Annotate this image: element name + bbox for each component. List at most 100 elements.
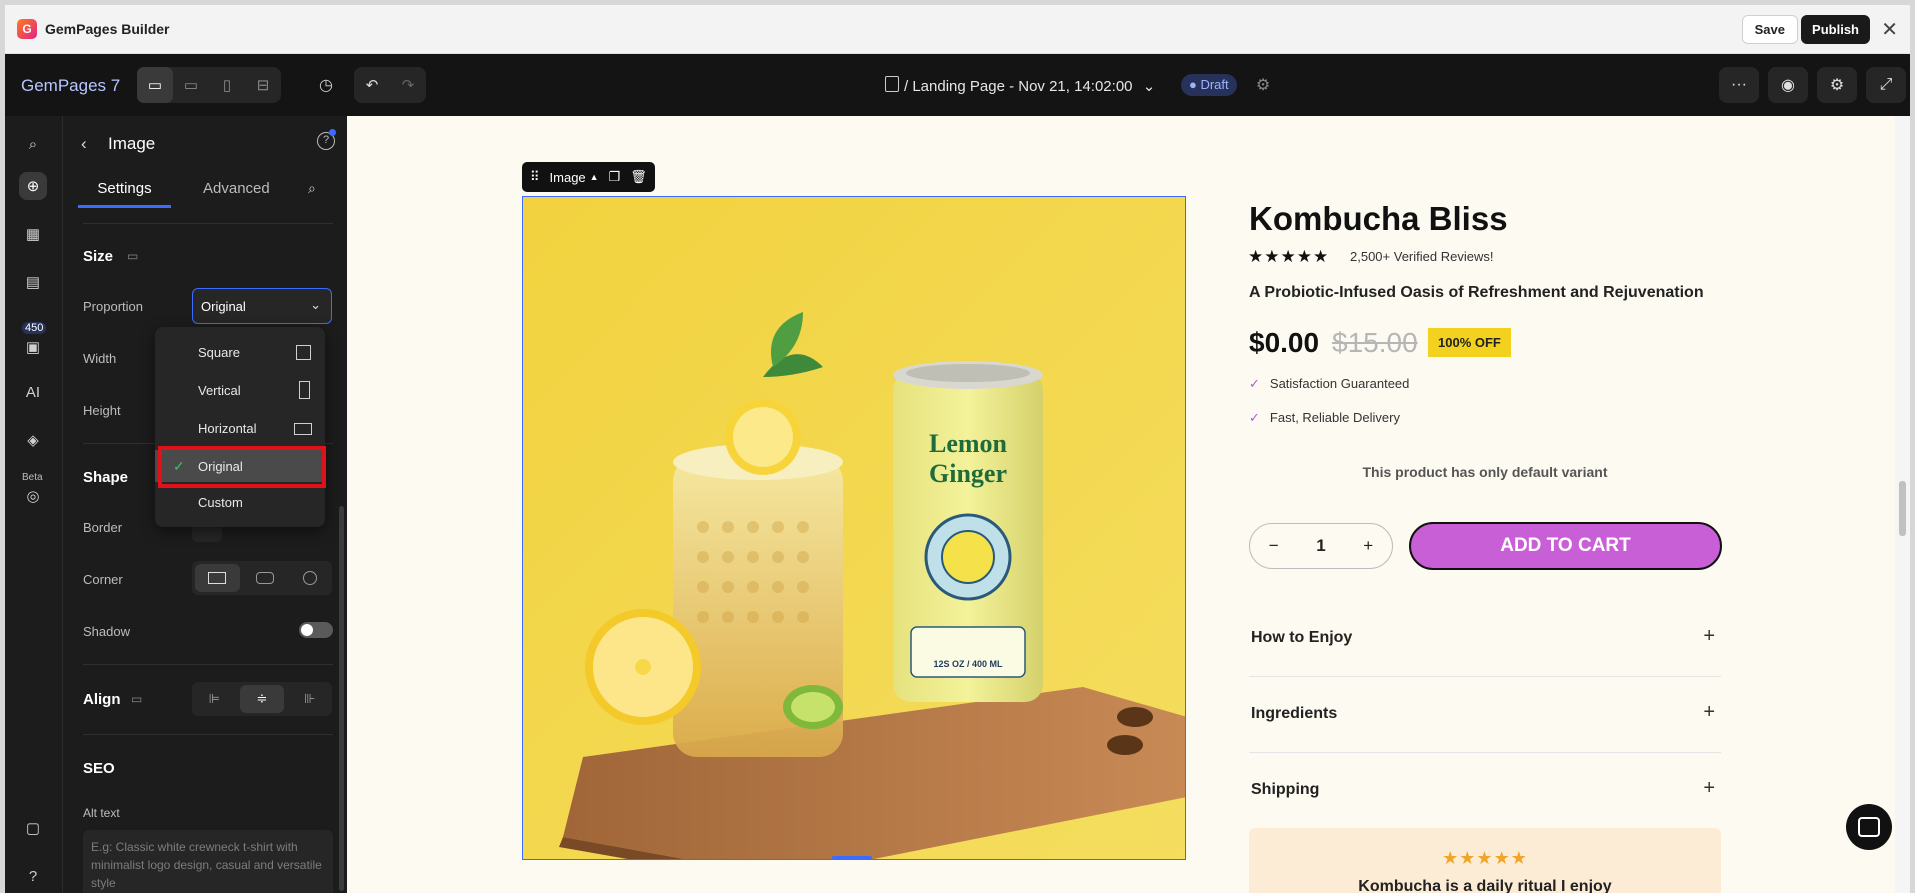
reviews-count: 2,500+ Verified Reviews!: [1350, 249, 1494, 264]
border-label: Border: [83, 520, 123, 535]
caret-up-icon[interactable]: ▲: [590, 172, 599, 182]
option-vertical[interactable]: Vertical: [155, 374, 325, 406]
corner-circle-icon[interactable]: [287, 561, 332, 595]
feature-item: ✓ Satisfaction Guaranteed: [1249, 376, 1410, 391]
review-card: ★★★★★ Kombucha is a daily ritual I enjoy: [1249, 828, 1721, 893]
page-selector[interactable]: / Landing Page - Nov 21, 14:02:00 ⌄: [904, 77, 1155, 95]
laptop-view-icon[interactable]: ▭: [173, 67, 209, 103]
mobile-view-icon[interactable]: ▯: [209, 67, 245, 103]
theme-icon[interactable]: ⚙: [1245, 67, 1281, 103]
plus-icon: +: [1703, 777, 1715, 799]
can-label-ginger: Ginger: [929, 459, 1007, 488]
quantity-value[interactable]: 1: [1316, 536, 1325, 556]
ai-icon[interactable]: AI: [19, 378, 47, 406]
search-icon[interactable]: ⌕: [308, 180, 316, 197]
panel-scrollbar[interactable]: [339, 506, 344, 891]
left-rail: ⌕ ⊕ ▦ ▤ 450 ▣ AI ◈ Beta ◎ ▢ ?: [5, 116, 62, 893]
save-button[interactable]: Save: [1741, 15, 1798, 44]
shape-section-title: Shape: [83, 469, 129, 486]
alt-text-input[interactable]: E.g: Classic white crewneck t-shirt with…: [83, 830, 333, 893]
plus-icon: +: [1703, 625, 1715, 647]
panel-title: Image: [108, 134, 156, 153]
fullscreen-icon[interactable]: ⤢: [1866, 67, 1906, 103]
chevron-down-icon: ⌄: [1142, 78, 1156, 95]
duplicate-icon[interactable]: ❐: [609, 169, 621, 185]
divider: [83, 664, 333, 665]
plus-icon: +: [1703, 701, 1715, 723]
tab-settings[interactable]: Settings: [78, 174, 171, 208]
help-icon[interactable]: ?: [19, 862, 47, 890]
accordion-ingredients[interactable]: Ingredients +: [1249, 677, 1721, 753]
size-section-title: Size: [83, 248, 114, 265]
editor-toolbar: GemPages 7 ▭ ▭ ▯ ⊟ ◷ ↶ ↷ / Landing Page …: [5, 54, 1910, 116]
search-icon[interactable]: ⌕: [19, 130, 47, 158]
settings-gear-icon[interactable]: ⚙: [1817, 67, 1857, 103]
redo-icon[interactable]: ↷: [390, 67, 426, 103]
page-icon: [885, 76, 899, 92]
canvas-scrollbar[interactable]: [1895, 116, 1910, 893]
layers-icon[interactable]: ◈: [19, 426, 47, 454]
history-icon[interactable]: ◷: [308, 67, 344, 103]
tab-advanced[interactable]: Advanced: [203, 174, 270, 204]
image-resize-handle[interactable]: [832, 856, 872, 860]
corner-options: [192, 561, 332, 595]
more-options-icon[interactable]: ···: [1719, 67, 1759, 103]
app-window: G GemPages Builder Save Publish ✕ GemPag…: [5, 5, 1910, 893]
back-chevron-icon[interactable]: ‹: [81, 134, 87, 154]
align-center-icon[interactable]: ≑: [239, 685, 285, 713]
align-right-icon[interactable]: ⊪: [287, 682, 332, 716]
product-title: Kombucha Bliss: [1249, 200, 1508, 237]
option-custom[interactable]: Custom: [155, 486, 325, 518]
seo-section-title: SEO: [83, 760, 115, 777]
proportion-label: Proportion: [83, 299, 143, 314]
kombucha-photo: Lemon Ginger 12S OZ / 400 ML: [523, 197, 1185, 859]
gempages-logo-icon: G: [17, 19, 37, 39]
align-left-icon[interactable]: ⊫: [192, 682, 237, 716]
beta-feature-icon[interactable]: ◎: [19, 482, 47, 510]
proportion-select[interactable]: Original ⌄: [192, 288, 332, 324]
product-price: $0.00: [1249, 327, 1320, 358]
option-horizontal[interactable]: Horizontal: [155, 412, 325, 444]
scroll-thumb[interactable]: [1899, 481, 1906, 536]
notes-icon[interactable]: ▢: [19, 814, 47, 842]
accordion-how-to-enjoy[interactable]: How to Enjoy +: [1249, 601, 1721, 677]
option-original[interactable]: ✓ Original: [155, 450, 325, 482]
desktop-view-icon[interactable]: ▭: [137, 67, 173, 103]
close-icon[interactable]: ✕: [1881, 17, 1898, 42]
image-tag-label[interactable]: Image: [550, 170, 586, 185]
corner-rounded-icon[interactable]: [243, 561, 288, 595]
publish-button[interactable]: Publish: [1801, 15, 1870, 44]
shadow-toggle[interactable]: [299, 622, 333, 638]
chat-icon[interactable]: [1846, 804, 1892, 850]
apps-icon[interactable]: ▣: [19, 333, 47, 361]
height-label: Height: [83, 403, 121, 418]
sections-icon[interactable]: ▦: [19, 220, 47, 248]
quantity-stepper: − 1 +: [1249, 523, 1393, 569]
delete-icon[interactable]: 🗑: [630, 169, 647, 185]
pages-icon[interactable]: ▤: [19, 268, 47, 296]
add-to-cart-button[interactable]: ADD TO CART: [1409, 522, 1722, 570]
review-quote: Kombucha is a daily ritual I enjoy: [1358, 878, 1612, 893]
corner-square-icon[interactable]: [195, 564, 240, 592]
title-bar: G GemPages Builder Save Publish ✕: [5, 5, 1910, 54]
layout-view-icon[interactable]: ⊟: [245, 67, 281, 103]
undo-icon[interactable]: ↶: [354, 67, 390, 103]
vertical-icon: [299, 381, 310, 399]
align-options: ⊫ ≑ ⊪: [192, 682, 332, 716]
preview-eye-icon[interactable]: ◉: [1768, 67, 1808, 103]
decrease-button[interactable]: −: [1269, 536, 1279, 556]
square-icon: [296, 345, 311, 360]
horizontal-icon: [294, 423, 312, 435]
image-element-toolbar: ⠿ Image ▲ ❐ 🗑: [522, 162, 655, 192]
drag-handle-icon[interactable]: ⠿: [530, 169, 540, 185]
increase-button[interactable]: +: [1363, 536, 1373, 556]
status-badge: ● Draft: [1181, 74, 1237, 96]
product-image[interactable]: Lemon Ginger 12S OZ / 400 ML: [522, 196, 1186, 860]
option-square[interactable]: Square: [155, 336, 325, 368]
review-stars-icon: ★★★★★: [1442, 848, 1528, 868]
accordion-shipping[interactable]: Shipping +: [1249, 753, 1721, 829]
add-element-icon[interactable]: ⊕: [19, 172, 47, 200]
device-switcher: ▭ ▭ ▯ ⊟: [137, 67, 281, 103]
corner-label: Corner: [83, 572, 123, 587]
proportion-dropdown: Square Vertical Horizontal ✓ Original Cu…: [155, 327, 325, 527]
